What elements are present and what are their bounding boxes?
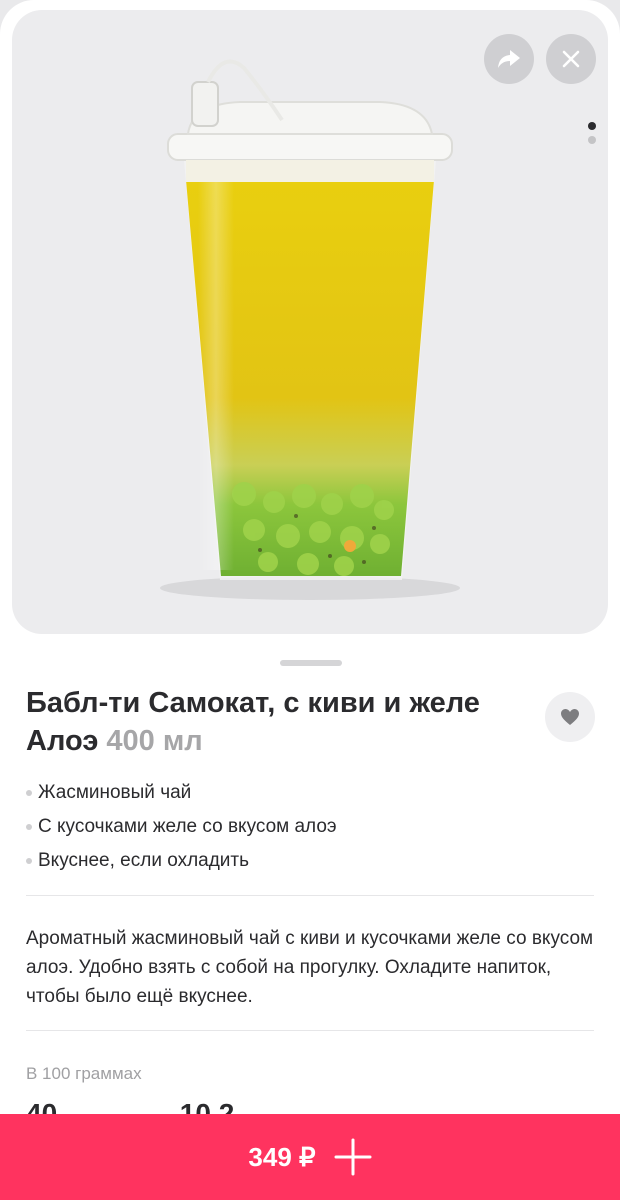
price-label: 349 ₽: [248, 1141, 316, 1172]
image-pager: [587, 122, 597, 152]
divider: [26, 1030, 594, 1031]
divider: [26, 895, 594, 896]
product-photo: [160, 59, 460, 600]
feature-item: Вкуснее, если охладить: [26, 844, 337, 878]
product-weight: 400 мл: [106, 725, 203, 757]
bullet-dot: [26, 824, 32, 830]
product-card-screen: Бабл-ти Самокат, с киви и желе Алоэ 400 …: [0, 0, 620, 1200]
bullet-dot: [26, 790, 32, 796]
feature-list: Жасминовый чай С кусочками желе со вкусо…: [26, 776, 337, 878]
product-title: Бабл-ти Самокат, с киви и желе Алоэ 400 …: [26, 684, 536, 760]
plus-icon: [334, 1138, 372, 1176]
feature-text: Жасминовый чай: [38, 782, 192, 803]
feature-text: Вкуснее, если охладить: [38, 850, 250, 871]
heart-icon: [561, 709, 579, 725]
pager-dot-active: [588, 122, 596, 130]
add-to-cart-button[interactable]: 349 ₽: [0, 1114, 620, 1200]
sheet-drag-handle[interactable]: [280, 660, 342, 666]
pager-dot: [588, 136, 596, 144]
feature-item: С кусочками желе со вкусом алоэ: [26, 810, 337, 844]
product-image-area[interactable]: [12, 10, 608, 634]
feature-text: С кусочками желе со вкусом алоэ: [38, 816, 337, 837]
product-name: Бабл-ти Самокат, с киви и желе Алоэ: [26, 687, 480, 757]
close-icon: [562, 50, 580, 68]
share-button[interactable]: [484, 34, 534, 84]
close-button[interactable]: [546, 34, 596, 84]
share-icon: [498, 50, 520, 68]
bullet-dot: [26, 858, 32, 864]
product-description: Ароматный жасминовый чай с киви и кусочк…: [26, 928, 594, 1007]
favorite-button[interactable]: [545, 692, 595, 742]
nutrition-label: В 100 граммах: [26, 1064, 142, 1083]
feature-item: Жасминовый чай: [26, 776, 337, 810]
